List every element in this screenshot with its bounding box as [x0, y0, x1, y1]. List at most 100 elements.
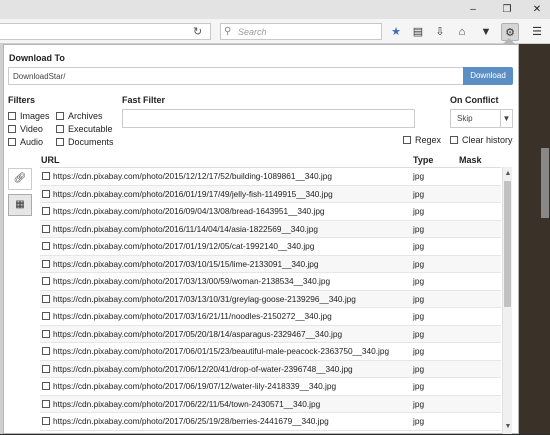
table-row[interactable]: https://cdn.pixabay.com/photo/2017/03/16…: [40, 308, 501, 326]
table-row[interactable]: https://cdn.pixabay.com/photo/2017/06/19…: [40, 378, 501, 396]
row-checkbox[interactable]: [42, 172, 50, 180]
title-bar: – ❐ ✕: [0, 0, 550, 19]
row-url: https://cdn.pixabay.com/photo/2017/06/25…: [53, 416, 329, 426]
row-url: https://cdn.pixabay.com/photo/2017/01/19…: [53, 241, 315, 251]
row-checkbox[interactable]: [42, 277, 50, 285]
table-row[interactable]: https://cdn.pixabay.com/photo/2017/05/20…: [40, 325, 501, 343]
download-path-input[interactable]: DownloadStar/: [8, 67, 464, 85]
filter-audio[interactable]: Audio: [8, 136, 43, 147]
download-popup: Download To DownloadStar/ Download Filte…: [3, 44, 519, 434]
page-scrollbar[interactable]: [541, 148, 549, 218]
table-row[interactable]: https://cdn.pixabay.com/photo/2017/01/19…: [40, 238, 501, 256]
row-checkbox[interactable]: [42, 224, 50, 233]
row-checkbox[interactable]: [42, 312, 50, 320]
row-checkbox[interactable]: [42, 417, 50, 425]
download-to-label: Download To: [9, 53, 65, 63]
checkbox[interactable]: [56, 137, 64, 146]
menu-icon[interactable]: ☰: [528, 23, 546, 41]
pocket-icon[interactable]: ▼: [477, 23, 495, 41]
column-mask[interactable]: Mask: [459, 155, 482, 165]
url-bar[interactable]: ↻: [0, 23, 211, 40]
row-url: https://cdn.pixabay.com/photo/2016/09/04…: [53, 206, 325, 216]
row-checkbox[interactable]: [42, 189, 50, 198]
download-button[interactable]: Download: [463, 67, 513, 85]
image-icon: ▦: [15, 199, 25, 210]
search-bar[interactable]: ⚲ Search: [220, 23, 382, 40]
table-row[interactable]: https://cdn.pixabay.com/photo/2015/12/12…: [40, 168, 501, 186]
link-icon: 🔗︎: [13, 173, 27, 184]
scroll-down-icon[interactable]: ▼: [503, 422, 513, 432]
row-checkbox[interactable]: [42, 294, 50, 303]
row-url: https://cdn.pixabay.com/photo/2017/06/12…: [53, 363, 353, 374]
row-type: jpg: [413, 311, 425, 321]
regex-toggle[interactable]: Regex: [403, 134, 441, 145]
search-icon: ⚲: [224, 26, 232, 37]
table-row[interactable]: https://cdn.pixabay.com/photo/2016/09/04…: [40, 203, 501, 221]
checkbox[interactable]: [56, 124, 64, 133]
row-checkbox[interactable]: [42, 347, 50, 355]
row-url: https://cdn.pixabay.com/photo/2017/06/01…: [53, 346, 390, 356]
row-checkbox[interactable]: [42, 207, 50, 215]
row-checkbox[interactable]: [42, 382, 50, 390]
checkbox[interactable]: [8, 124, 16, 133]
fast-filter-input[interactable]: [122, 109, 415, 128]
checkbox[interactable]: [8, 111, 16, 120]
table-row[interactable]: https://cdn.pixabay.com/photo/2017/03/13…: [40, 290, 501, 308]
row-type: jpg: [413, 258, 425, 269]
checkbox[interactable]: [56, 111, 64, 120]
search-placeholder: Search: [238, 27, 267, 37]
minimize-icon[interactable]: –: [462, 0, 484, 19]
table-row[interactable]: https://cdn.pixabay.com/photo/2016/01/19…: [40, 185, 501, 203]
row-checkbox[interactable]: [42, 242, 50, 250]
table-row[interactable]: https://cdn.pixabay.com/photo/2017/03/10…: [40, 255, 501, 273]
column-type[interactable]: Type: [413, 155, 433, 165]
row-url: https://cdn.pixabay.com/photo/2017/03/13…: [53, 293, 356, 304]
row-checkbox[interactable]: [42, 329, 50, 338]
reader-icon[interactable]: ▤: [409, 23, 427, 41]
checkbox[interactable]: [450, 135, 458, 144]
row-checkbox[interactable]: [42, 364, 50, 373]
filter-images[interactable]: Images: [8, 110, 50, 121]
filter-archives[interactable]: Archives: [56, 110, 103, 121]
row-type: jpg: [413, 241, 425, 251]
row-type: jpg: [413, 346, 425, 356]
links-tab[interactable]: 🔗︎: [8, 168, 32, 190]
row-type: jpg: [413, 188, 425, 199]
download-icon[interactable]: ⇩: [431, 23, 449, 41]
chevron-down-icon: ▼: [500, 110, 512, 127]
row-checkbox[interactable]: [42, 399, 50, 408]
row-url: https://cdn.pixabay.com/photo/2015/12/12…: [53, 171, 332, 181]
checkbox[interactable]: [403, 135, 411, 144]
reload-icon[interactable]: ↻: [193, 24, 202, 40]
table-row[interactable]: https://cdn.pixabay.com/photo/2017/06/25…: [40, 413, 501, 431]
row-url: https://cdn.pixabay.com/photo/2017/06/22…: [53, 398, 321, 409]
on-conflict-select[interactable]: Skip ▼: [450, 109, 513, 128]
filter-video[interactable]: Video: [8, 123, 43, 134]
star-icon[interactable]: ★: [387, 23, 405, 41]
table-row[interactable]: https://cdn.pixabay.com/photo/2017/03/13…: [40, 273, 501, 291]
table-row[interactable]: https://cdn.pixabay.com/photo/2016/11/14…: [40, 220, 501, 238]
filters-label: Filters: [8, 95, 36, 105]
row-url: https://cdn.pixabay.com/photo/2017/05/20…: [53, 328, 343, 339]
row-type: jpg: [413, 363, 425, 374]
scrollbar-thumb[interactable]: [504, 181, 511, 307]
table-row[interactable]: https://cdn.pixabay.com/photo/2017/06/12…: [40, 360, 501, 378]
close-icon[interactable]: ✕: [526, 0, 548, 19]
restore-icon[interactable]: ❐: [496, 0, 518, 19]
row-type: jpg: [413, 223, 425, 234]
list-scrollbar[interactable]: ▲ ▼: [502, 167, 512, 434]
clear-history-toggle[interactable]: Clear history: [450, 134, 513, 145]
table-row[interactable]: https://cdn.pixabay.com/photo/2017/06/22…: [40, 395, 501, 413]
url-list: https://cdn.pixabay.com/photo/2015/12/12…: [40, 167, 501, 435]
table-row[interactable]: https://cdn.pixabay.com/photo/2017/06/01…: [40, 343, 501, 361]
images-tab[interactable]: ▦: [8, 194, 32, 216]
row-checkbox[interactable]: [42, 259, 50, 268]
filter-documents[interactable]: Documents: [56, 136, 114, 147]
checkbox[interactable]: [8, 137, 16, 146]
column-url[interactable]: URL: [41, 155, 60, 165]
on-conflict-value: Skip: [457, 114, 473, 123]
row-type: jpg: [413, 381, 425, 391]
filter-executable[interactable]: Executable: [56, 123, 113, 134]
scroll-up-icon[interactable]: ▲: [503, 169, 513, 179]
home-icon[interactable]: ⌂: [453, 23, 471, 41]
